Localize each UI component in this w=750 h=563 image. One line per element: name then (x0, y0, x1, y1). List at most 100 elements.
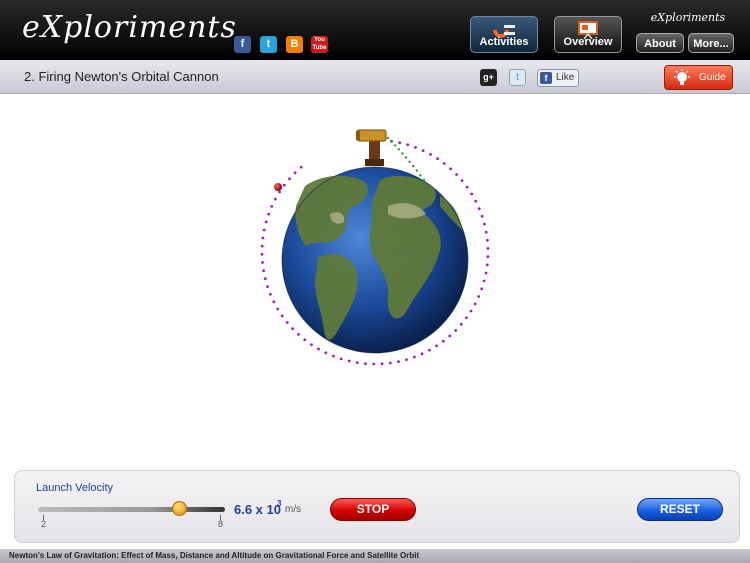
lightbulb-icon (674, 69, 690, 85)
trajectory-dot (397, 148, 400, 151)
orbit-dot (459, 322, 463, 326)
like-label: Like (556, 72, 575, 83)
launch-velocity-label: Launch Velocity (36, 482, 114, 494)
guide-label: Guide (699, 72, 726, 83)
orbit-dot (486, 247, 490, 250)
orbit-dot (278, 190, 281, 194)
activities-label: Activities (479, 36, 529, 48)
orbit-dot (285, 321, 289, 324)
orbit-dot (297, 333, 300, 336)
orbit-dot (455, 173, 458, 176)
orbit-dot (470, 192, 474, 196)
orbit-dot (260, 244, 264, 248)
experiment-title: 2. Firing Newton's Orbital Cannon (24, 69, 219, 84)
facebook-icon[interactable]: f (234, 36, 251, 53)
more-button[interactable]: More... (688, 33, 734, 53)
orbit-dot (480, 214, 484, 218)
orbit-dot (413, 355, 416, 359)
orbit-dot (263, 277, 267, 281)
velocity-exponent: 3 (277, 499, 282, 508)
orbit-dot (460, 179, 464, 183)
orbit-dot (482, 279, 486, 283)
twitter-icon[interactable]: t (260, 36, 277, 53)
twitter-share-button[interactable]: t (509, 69, 526, 86)
orbit-dot (420, 352, 424, 356)
orbit-dot (465, 316, 468, 320)
orbit-dot (282, 183, 286, 187)
orbit-dot (260, 252, 264, 256)
orbit-dot (429, 153, 432, 156)
orbit-dot (261, 261, 264, 264)
orbit-dot (477, 295, 481, 298)
orbit-dot (355, 361, 359, 364)
overview-label: Overview (563, 36, 613, 48)
orbit-dot (310, 343, 313, 346)
footer-caption: Newton's Law of Gravitation: Effect of M… (9, 551, 420, 560)
orbit-dot (469, 309, 473, 313)
orbit-dot (414, 146, 417, 149)
earth-globe (281, 166, 469, 354)
guide-button[interactable]: Guide (664, 65, 733, 90)
orbit-dot (288, 177, 291, 181)
orbit-dot (486, 255, 490, 259)
orbit-dot (324, 351, 328, 355)
orbit-dot (347, 359, 351, 363)
reset-button[interactable]: RESET (637, 498, 723, 521)
trajectory-dot (408, 160, 411, 163)
orbit-dot (266, 285, 269, 288)
orbit-dot (332, 354, 335, 358)
google-plus-button[interactable]: g+ (480, 69, 497, 86)
blogger-icon[interactable]: B (286, 36, 303, 53)
trajectory-dot (412, 164, 415, 168)
orbit-dot (474, 199, 478, 203)
orbit-dot (485, 263, 489, 267)
velocity-slider-handle[interactable] (171, 501, 187, 516)
orbit-dot (465, 185, 469, 189)
orbit-dot (406, 143, 410, 147)
trajectory-dot (386, 136, 390, 140)
orbit-dot (364, 362, 367, 365)
slider-max-label: 8 (218, 519, 224, 529)
orbit-dot (388, 361, 392, 365)
trajectory-dot (401, 152, 404, 155)
orbit-dot (274, 197, 277, 201)
orbit-dot (261, 236, 265, 240)
explorimenta-logo: eXploriments (22, 10, 237, 45)
overview-button[interactable]: Overview (554, 16, 622, 53)
facebook-like-button[interactable]: f Like (537, 69, 579, 87)
orbit-dot (435, 344, 438, 348)
trajectory-dot (390, 140, 393, 143)
trajectory-dot (415, 169, 418, 172)
orbit-dot (421, 149, 425, 153)
velocity-slider-track[interactable] (38, 507, 225, 512)
orbit-dot (276, 307, 280, 311)
youtube-icon[interactable]: You Tube (311, 36, 328, 53)
cannon-icon (356, 129, 387, 166)
orbit-dot (272, 300, 276, 304)
orbit-dot (280, 314, 284, 318)
activities-button[interactable]: Activities (470, 16, 538, 53)
orbit-dot (448, 334, 452, 338)
orbit-dot (262, 228, 266, 232)
stop-button[interactable]: STOP (330, 498, 416, 521)
orbit-dot (436, 157, 439, 161)
orbit-dot (270, 205, 274, 208)
twitter-icon: t (516, 72, 519, 83)
about-button[interactable]: About (636, 33, 684, 53)
orbit-dot (480, 287, 484, 291)
orbit-dot (339, 357, 343, 361)
orbit-dot (299, 165, 303, 169)
slider-min-label: 2 (41, 519, 47, 529)
velocity-value: 6.6 x 10 (234, 502, 281, 517)
orbit-dot (264, 220, 268, 224)
orbit-dot (477, 207, 481, 211)
orbit-dot (291, 327, 294, 331)
velocity-unit: m/s (285, 504, 302, 515)
trajectory-dot (394, 144, 397, 147)
orbit-dot (303, 338, 307, 342)
cannonball-projectile (274, 183, 282, 191)
orbit-dot (405, 358, 408, 361)
orbit-dot (428, 348, 431, 352)
orbit-dot (441, 339, 445, 343)
orbit-dot (484, 230, 488, 234)
